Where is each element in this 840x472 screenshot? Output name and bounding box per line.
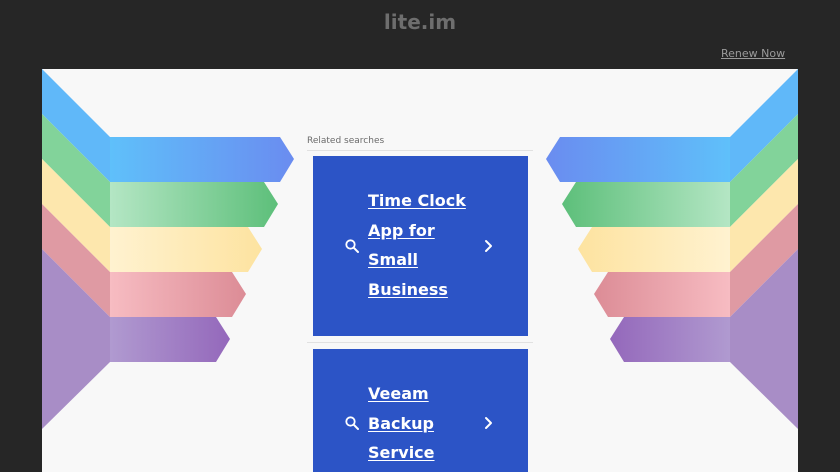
site-title: lite.im [383,10,457,34]
divider [307,342,533,343]
related-search-result[interactable]: Time Clock App for Small Business [313,156,528,336]
related-search-result[interactable]: Veeam Backup Service [313,349,528,472]
chevron-right-icon [485,417,492,429]
result-label[interactable]: Time Clock App for Small Business [368,186,478,304]
divider [307,150,533,151]
content-panel: Related searches Time Clock App for Smal… [42,69,798,472]
search-icon [345,239,359,253]
search-icon [345,416,359,430]
result-label[interactable]: Veeam Backup Service [368,379,478,468]
chevron-right-icon [485,240,492,252]
related-searches-label: Related searches [307,136,385,146]
renew-now-link[interactable]: Renew Now [721,47,785,60]
